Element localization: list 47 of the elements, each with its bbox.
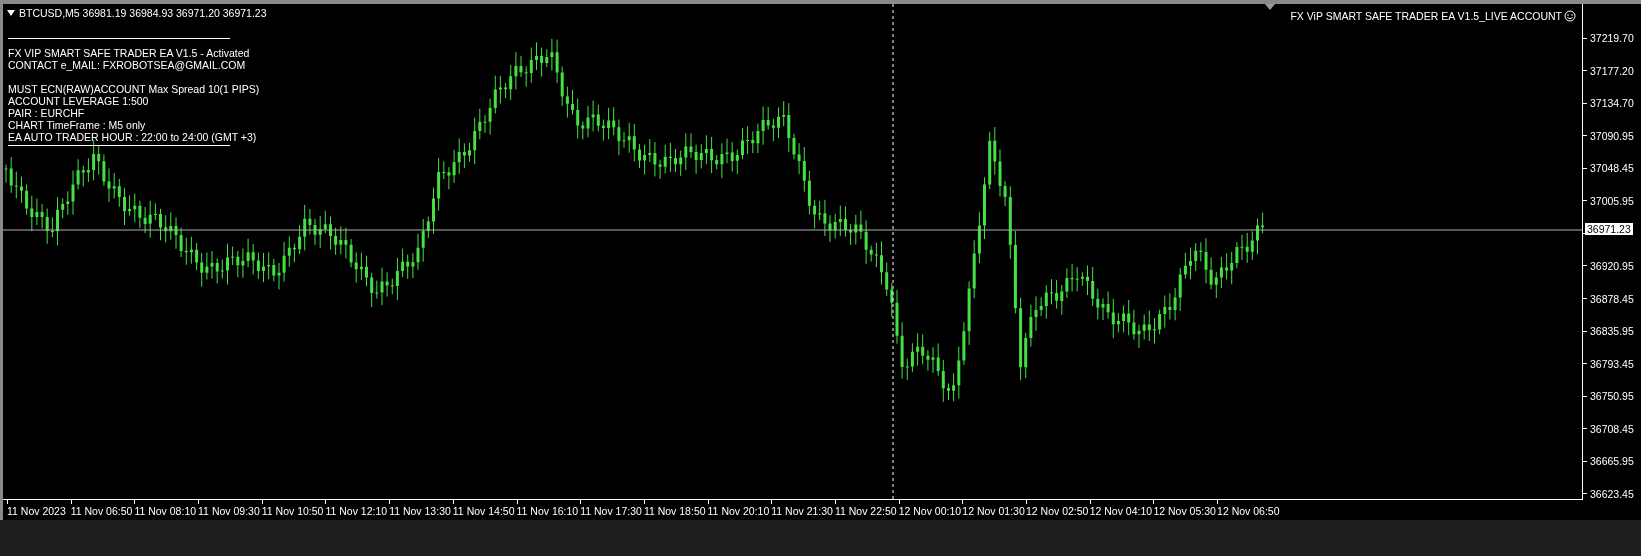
time-label: 11 Nov 09:30: [198, 500, 262, 520]
time-label: 11 Nov 08:10: [134, 500, 199, 520]
time-label: 11 Nov 2023: [7, 500, 71, 520]
time-label: 12 Nov 00:10: [898, 500, 963, 520]
time-label: 12 Nov 02:50: [1026, 500, 1090, 520]
time-label: 11 Nov 20:10: [707, 500, 772, 520]
time-label: 12 Nov 06:50: [1217, 500, 1281, 520]
time-label: 12 Nov 01:30: [962, 500, 1026, 520]
price-label: 36835.95: [1590, 325, 1634, 338]
price-label: 36750.95: [1590, 390, 1634, 403]
ea-title: FX ViP SMART SAFE TRADER EA V1.5_LIVE ACCOUNT: [1290, 10, 1562, 22]
price-label: 37219.70: [1590, 32, 1634, 44]
dropdown-icon[interactable]: [7, 10, 15, 16]
time-label: 11 Nov 17:30: [580, 500, 644, 520]
info-text: MUST ECN(RAW)ACCOUNT Max Spread 10(1 PIPS): [8, 83, 260, 95]
current-price-label: 36971.23: [1585, 223, 1633, 235]
shift-marker-icon: [1265, 4, 1275, 10]
info-text: PAIR : EURCHF: [8, 107, 86, 119]
time-label: 11 Nov 13:30: [389, 500, 453, 520]
price-label: 36708.45: [1590, 422, 1634, 435]
smiley-icon: [1564, 10, 1576, 22]
price-label: 36623.45: [1590, 487, 1634, 500]
price-label: 37005.95: [1590, 194, 1634, 207]
price-label: 36920.95: [1590, 259, 1634, 272]
info-text: FX VIP SMART SAFE TRADER EA V1.5 - Activated: [8, 47, 251, 59]
price-label: 37134.70: [1590, 97, 1634, 110]
time-label: 11 Nov 16:10: [516, 500, 581, 520]
time-label: 11 Nov 21:30: [771, 500, 835, 520]
price-label: 37090.95: [1590, 129, 1634, 142]
time-label: 11 Nov 10:50: [261, 500, 326, 520]
info-text: CONTACT e_MAIL: FXROBOTSEA@GMAIL.COM: [8, 59, 247, 71]
chart-header: BTCUSD,M5 36981.19 36984.93 36971.20 36971.23: [19, 7, 267, 19]
info-text: CHART TimeFrame : M5 only: [8, 119, 147, 131]
price-label: 36793.45: [1590, 357, 1634, 370]
time-label: 11 Nov 22:50: [834, 500, 899, 520]
time-label: 11 Nov 12:10: [325, 500, 390, 520]
info-text: EA AUTO TRADER HOUR : 22:00 to 24:00 (GMT +3): [8, 131, 258, 143]
info-text: ACCOUNT LEVERAGE 1:500: [8, 95, 150, 107]
price-label: 36878.45: [1590, 292, 1634, 305]
time-label: 11 Nov 14:50: [452, 500, 517, 520]
price-label: 37048.45: [1590, 162, 1634, 175]
time-label: 11 Nov 18:50: [643, 500, 708, 520]
time-label: 12 Nov 05:30: [1153, 500, 1218, 520]
price-label: 37177.20: [1590, 64, 1634, 77]
time-label: 12 Nov 04:10: [1089, 500, 1154, 520]
price-label: 36665.95: [1590, 455, 1634, 468]
time-label: 11 Nov 06:50: [70, 500, 135, 520]
